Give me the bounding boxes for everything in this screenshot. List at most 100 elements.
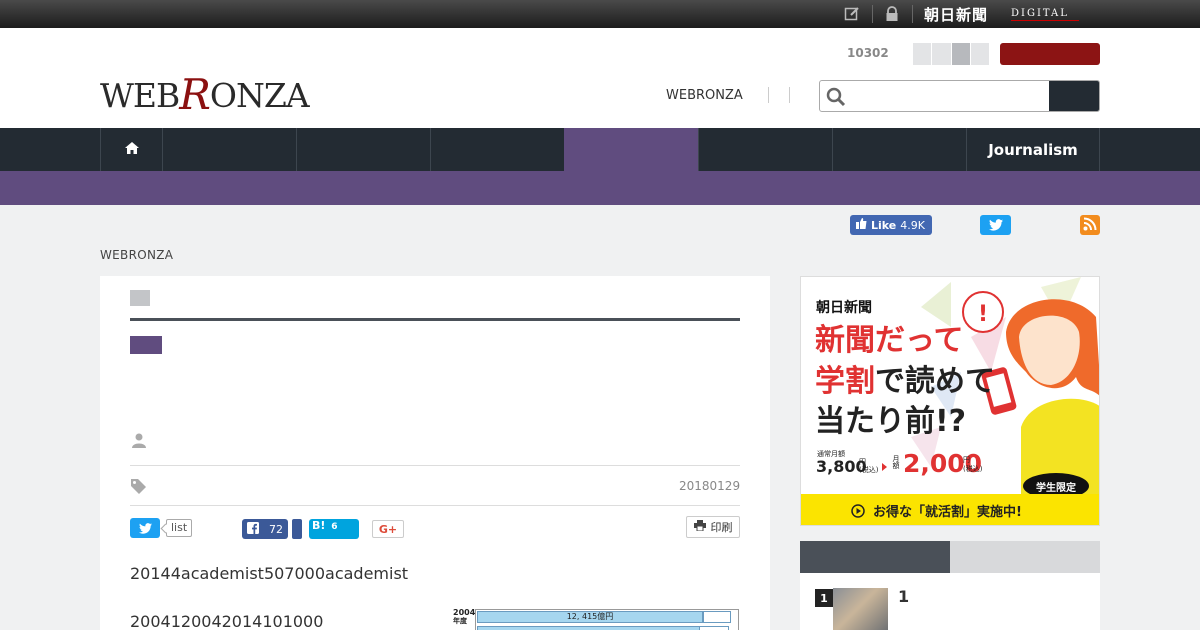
facebook-icon xyxy=(247,521,259,537)
font-size-medium-button[interactable] xyxy=(932,43,951,65)
article-figure: 2004 年度 12, 415億円 xyxy=(453,609,739,630)
article-date: 20180129 xyxy=(679,479,741,493)
hatena-label: B! xyxy=(312,519,326,532)
google-plus-button[interactable]: G+ xyxy=(372,520,404,538)
like-label: Like xyxy=(871,218,897,232)
title-rule xyxy=(130,318,740,321)
printer-icon xyxy=(693,520,706,534)
ad-headline-line2: 学割で読めて xyxy=(815,365,995,399)
print-label: 印刷 xyxy=(710,521,733,534)
divider xyxy=(130,465,740,466)
figure-bar: 12, 415億円 xyxy=(477,611,703,623)
like-count: 4.9K xyxy=(900,218,925,232)
webronza-logo[interactable]: WEBRONZA xyxy=(100,68,310,119)
nav-item-4-active[interactable] xyxy=(564,128,698,171)
nav-item-3[interactable] xyxy=(430,128,564,171)
twitter-bird-icon xyxy=(138,519,152,538)
ad-student-unit: 円 (税込) xyxy=(963,456,982,474)
ad-tax: (税込) xyxy=(963,465,983,473)
facebook-share-count: 72 xyxy=(269,522,283,536)
ad-footer-text: お得な「就活割」実施中! xyxy=(873,505,1022,520)
twitter-bird-icon xyxy=(988,216,1003,235)
header-divider xyxy=(789,87,790,103)
article-card: 20180129 list 72 B! 6 G+ 印刷 20144academi… xyxy=(100,276,770,630)
ad-headline-rest: で読めて xyxy=(875,364,995,399)
nav-item-6[interactable] xyxy=(832,128,966,171)
edit-icon[interactable] xyxy=(844,6,860,22)
ranking-title[interactable]: 1 xyxy=(898,587,909,606)
ad-yen: 円 xyxy=(859,458,866,466)
rss-icon xyxy=(1083,216,1097,235)
student-discount-ad[interactable]: ! 朝日新聞 新聞だって 学割で読めて 当たり前!? 通常月額 3,800 円(… xyxy=(800,276,1100,526)
ad-headline-line1: 新聞だって xyxy=(815,323,964,358)
ad-arrow xyxy=(882,463,887,471)
subscribe-button[interactable] xyxy=(1000,43,1100,65)
font-size-small-button[interactable] xyxy=(913,43,932,65)
search-box xyxy=(819,80,1100,112)
figure-bar xyxy=(477,626,717,630)
nav-home[interactable] xyxy=(100,128,162,171)
figure-year-label: 2004 年度 xyxy=(453,608,476,626)
font-size-large-button[interactable] xyxy=(951,43,970,65)
top-bar: 朝日新聞 DIGITAL xyxy=(0,0,1200,28)
digital-label[interactable]: DIGITAL xyxy=(1011,8,1069,19)
tag-icon xyxy=(130,478,147,499)
section-badge xyxy=(130,336,162,354)
ranking-number: 1 xyxy=(815,589,833,607)
nav-item-journalism[interactable]: Journalism xyxy=(966,128,1100,171)
twitter-list-button[interactable]: list xyxy=(166,519,193,537)
print-button[interactable]: 印刷 xyxy=(686,516,740,538)
ranking-thumbnail[interactable] xyxy=(833,588,888,630)
ad-headline-red: 学割 xyxy=(815,364,875,399)
tweet-button[interactable] xyxy=(130,518,160,538)
topbar-divider xyxy=(872,5,873,23)
hatena-bookmark-button[interactable]: B! 6 xyxy=(309,519,359,539)
header-divider xyxy=(768,87,769,103)
hatena-count: 6 xyxy=(331,522,338,532)
article-paragraph: 2004120042014101000 xyxy=(130,612,324,630)
sub-nav-bar xyxy=(0,171,1200,205)
play-circle-icon xyxy=(851,503,865,522)
ranking-list: 1 1 xyxy=(800,573,1100,630)
thumbs-up-icon xyxy=(856,218,867,232)
rss-button[interactable] xyxy=(1080,215,1100,235)
digital-underline xyxy=(1011,20,1079,21)
site-header: WEBRONZA 10302 WEBRONZA xyxy=(0,28,1200,128)
ad-tax: (税込) xyxy=(859,466,879,474)
search-button[interactable] xyxy=(1049,81,1099,111)
ranking-tab-active[interactable] xyxy=(800,541,950,573)
figure-year-sub: 年度 xyxy=(453,617,467,625)
figure-year: 2004 xyxy=(453,608,476,617)
figure-bar-segment xyxy=(703,611,731,623)
asahi-brand[interactable]: 朝日新聞 xyxy=(924,4,988,25)
ad-monthly-label: 月額 xyxy=(892,455,900,469)
facebook-like-button[interactable]: Like 4.9K xyxy=(850,215,932,235)
divider xyxy=(130,505,740,506)
search-input[interactable] xyxy=(850,81,1050,111)
svg-text:!: ! xyxy=(978,302,988,327)
home-icon xyxy=(124,141,140,159)
main-nav: Journalism xyxy=(0,128,1200,171)
ad-footer-banner: お得な「就活割」実施中! xyxy=(801,494,1099,525)
breadcrumb[interactable]: WEBRONZA xyxy=(100,248,173,262)
category-badge xyxy=(130,290,150,306)
topbar-divider xyxy=(912,5,913,23)
font-size-xlarge-button[interactable] xyxy=(970,43,989,65)
header-link-webronza[interactable]: WEBRONZA xyxy=(666,88,743,103)
logo-text-r: R xyxy=(179,70,211,119)
ranking-tabs xyxy=(800,541,1100,573)
person-icon xyxy=(131,433,147,452)
facebook-extra-button[interactable] xyxy=(292,519,302,539)
ad-headline-line3: 当たり前!? xyxy=(815,404,967,439)
nav-item-5[interactable] xyxy=(698,128,832,171)
ad-regular-unit: 円 (税込) xyxy=(859,458,878,474)
lock-icon[interactable] xyxy=(884,6,900,22)
search-icon xyxy=(826,87,846,111)
ranking-tab[interactable] xyxy=(950,541,1100,573)
logo-text-web: WEB xyxy=(100,76,180,115)
twitter-follow-button[interactable] xyxy=(980,215,1011,235)
nav-item-1[interactable] xyxy=(162,128,296,171)
ad-brand: 朝日新聞 xyxy=(816,300,872,316)
nav-item-2[interactable] xyxy=(296,128,430,171)
facebook-share-button[interactable]: 72 xyxy=(242,519,288,539)
